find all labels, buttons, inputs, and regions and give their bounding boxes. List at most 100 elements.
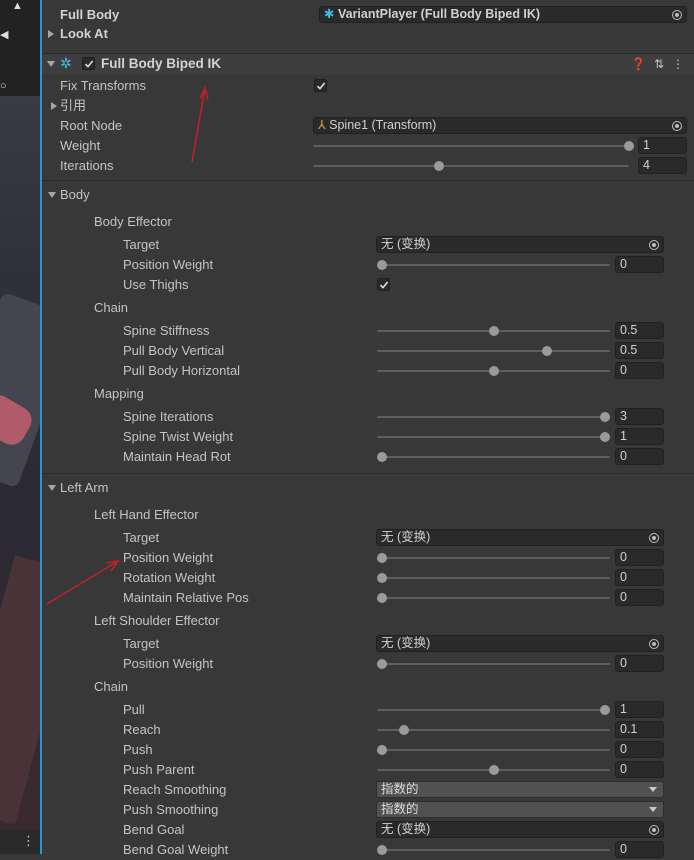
hand-target-label: Target — [123, 530, 160, 545]
slider-track[interactable] — [377, 729, 610, 731]
bend-goal-field[interactable]: 无 (变换) — [376, 821, 664, 838]
push-input[interactable]: 0 — [615, 741, 664, 758]
slider-handle[interactable] — [488, 326, 499, 336]
help-icon[interactable]: ❓ — [631, 57, 646, 71]
mapping-label: Mapping — [94, 386, 144, 401]
scene-tool-icon[interactable]: ○ — [0, 80, 7, 92]
left-shoulder-effector-label: Left Shoulder Effector — [94, 613, 220, 628]
slider-track[interactable] — [377, 456, 610, 458]
slider-track[interactable] — [377, 350, 610, 352]
spine-iterations-input[interactable]: 3 — [615, 408, 664, 425]
reach-input[interactable]: 0.1 — [615, 721, 664, 738]
inspector-panel: Full Body ✱ VariantPlayer (Full Body Bip… — [42, 0, 694, 858]
arm-chain-header: Chain — [42, 677, 694, 697]
references-row[interactable]: 引用 — [42, 96, 694, 116]
slider-handle[interactable] — [377, 573, 387, 583]
shoulder-target-label: Target — [123, 636, 160, 651]
slider-handle[interactable] — [377, 553, 387, 563]
object-picker-icon[interactable] — [649, 240, 659, 250]
foldout-arrow-icon[interactable] — [51, 102, 57, 110]
body-foldout[interactable]: Body — [42, 185, 694, 205]
slider-handle[interactable] — [488, 765, 499, 775]
slider-handle[interactable] — [377, 659, 387, 669]
slider-handle[interactable] — [542, 346, 553, 356]
full-body-field[interactable]: ✱ VariantPlayer (Full Body Biped IK) — [319, 6, 687, 23]
pull-body-horizontal-input[interactable]: 0 — [615, 362, 664, 379]
foldout-arrow-icon[interactable] — [47, 61, 55, 67]
iterations-slider-track[interactable] — [313, 165, 629, 167]
pull-input[interactable]: 1 — [615, 701, 664, 718]
maintain-head-rot-input[interactable]: 0 — [615, 448, 664, 465]
slider-handle[interactable] — [377, 452, 387, 462]
weight-slider-handle[interactable] — [624, 141, 634, 151]
slider-handle[interactable] — [600, 412, 610, 422]
spine-twist-weight-input[interactable]: 1 — [615, 428, 664, 445]
slider-track[interactable] — [377, 577, 610, 579]
slider-handle[interactable] — [377, 260, 387, 270]
slider-handle[interactable] — [399, 725, 410, 735]
body-position-weight-label: Position Weight — [123, 257, 214, 272]
slider-handle[interactable] — [600, 705, 610, 715]
foldout-arrow-icon[interactable] — [48, 485, 56, 491]
object-picker-icon[interactable] — [649, 639, 659, 649]
object-picker-icon[interactable] — [672, 10, 682, 20]
use-thighs-row: Use Thighs — [42, 275, 694, 295]
left-arm-foldout[interactable]: Left Arm — [42, 478, 694, 498]
more-options-icon[interactable]: ⋮ — [672, 57, 684, 71]
more-options-icon[interactable]: ⋮ — [22, 833, 35, 849]
object-picker-icon[interactable] — [672, 121, 682, 131]
use-thighs-checkbox[interactable] — [377, 278, 390, 291]
iterations-slider-handle[interactable] — [434, 161, 445, 171]
lock-icon[interactable]: ▲ — [12, 0, 23, 12]
foldout-arrow-icon[interactable] — [48, 30, 54, 38]
slider-handle[interactable] — [600, 432, 610, 442]
slider-track[interactable] — [377, 264, 610, 266]
slider-track[interactable] — [377, 557, 610, 559]
bend-goal-weight-input[interactable]: 0 — [615, 841, 664, 858]
hand-rotation-weight-input[interactable]: 0 — [615, 569, 664, 586]
presets-icon[interactable]: ⇅ — [654, 57, 664, 71]
hand-target-row: Target 无 (变换) — [42, 528, 694, 548]
reach-label: Reach — [123, 722, 161, 737]
hand-target-field[interactable]: 无 (变换) — [376, 529, 664, 546]
slider-track[interactable] — [377, 663, 610, 665]
push-smoothing-dropdown[interactable]: 指数的 — [376, 801, 664, 818]
hand-tool-icon[interactable]: ◀ — [0, 28, 8, 41]
weight-slider-track[interactable] — [313, 145, 629, 147]
component-enabled-checkbox[interactable] — [82, 57, 95, 70]
scene-view[interactable]: ▲ ◀ ○ ⋮ — [0, 0, 40, 854]
reach-smoothing-dropdown[interactable]: 指数的 — [376, 781, 664, 798]
slider-handle[interactable] — [377, 745, 387, 755]
slider-handle[interactable] — [488, 366, 499, 376]
body-position-weight-input[interactable]: 0 — [615, 256, 664, 273]
object-picker-icon[interactable] — [649, 533, 659, 543]
slider-track[interactable] — [377, 597, 610, 599]
fix-transforms-row: Fix Transforms — [42, 76, 694, 96]
slider-track[interactable] — [377, 749, 610, 751]
shoulder-target-field[interactable]: 无 (变换) — [376, 635, 664, 652]
slider-handle[interactable] — [377, 593, 387, 603]
fix-transforms-checkbox[interactable] — [314, 79, 327, 92]
component-icon: ✱ — [324, 7, 335, 21]
slider-track[interactable] — [377, 709, 610, 711]
maintain-relative-pos-input[interactable]: 0 — [615, 589, 664, 606]
full-body-value: VariantPlayer (Full Body Biped IK) — [337, 7, 541, 21]
weight-input[interactable]: 1 — [638, 137, 687, 154]
root-node-field[interactable]: ⅄ Spine1 (Transform) — [313, 117, 687, 134]
spine-stiffness-input[interactable]: 0.5 — [615, 322, 664, 339]
slider-track[interactable] — [377, 436, 610, 438]
push-parent-input[interactable]: 0 — [615, 761, 664, 778]
slider-track[interactable] — [377, 416, 610, 418]
hand-position-weight-input[interactable]: 0 — [615, 549, 664, 566]
component-header[interactable]: ✲ Full Body Biped IK ❓ ⇅ ⋮ — [42, 53, 694, 74]
foldout-arrow-icon[interactable] — [48, 192, 56, 198]
pull-body-vertical-label: Pull Body Vertical — [123, 343, 225, 358]
shoulder-position-weight-input[interactable]: 0 — [615, 655, 664, 672]
pull-body-vertical-input[interactable]: 0.5 — [615, 342, 664, 359]
look-at-row[interactable]: Look At — [42, 24, 694, 44]
iterations-input[interactable]: 4 — [638, 157, 687, 174]
body-target-field[interactable]: 无 (变换) — [376, 236, 664, 253]
hand-position-weight-row: Position Weight 0 — [42, 548, 694, 568]
object-picker-icon[interactable] — [649, 825, 659, 835]
slider-track[interactable] — [377, 849, 610, 851]
